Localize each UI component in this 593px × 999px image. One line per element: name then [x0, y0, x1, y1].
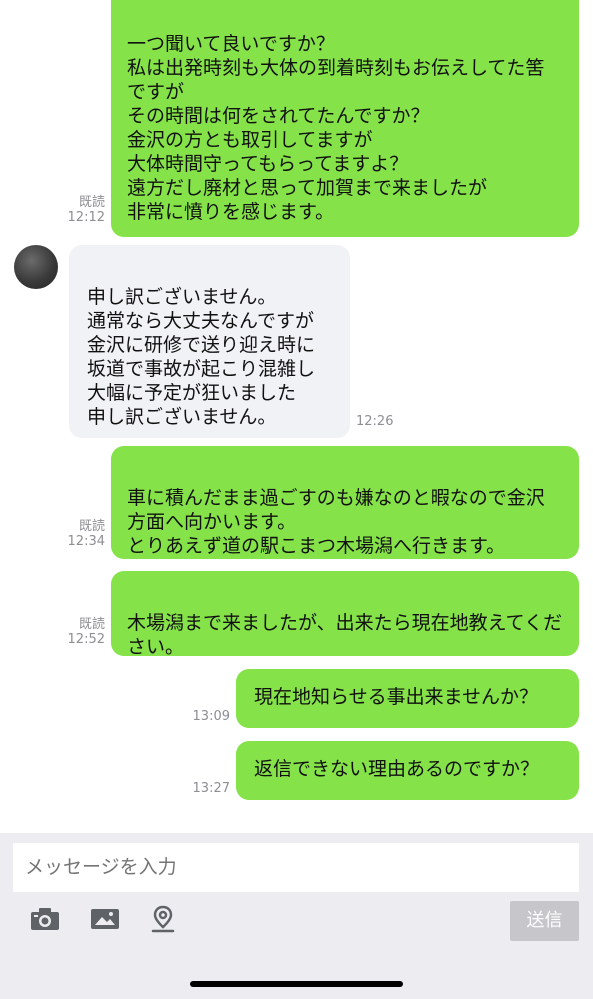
image-icon[interactable]: [90, 907, 120, 935]
message-bubble-outgoing[interactable]: 現在地知らせる事出来ませんか？: [236, 669, 579, 728]
message-bubble-incoming[interactable]: 申し訳ございません。 通常なら大丈夫なんですが 金沢に研修で送り迎え時に 坂道で…: [69, 245, 350, 438]
home-indicator[interactable]: [190, 981, 403, 987]
read-receipt: 既読: [78, 519, 105, 534]
message-meta: 12:26: [356, 414, 406, 429]
message-text: 返信できない理由あるのですか？: [254, 758, 540, 780]
message-time: 12:26: [356, 414, 394, 429]
read-receipt: 既読: [78, 195, 105, 210]
message-time: 12:12: [67, 210, 105, 225]
message-text: 一つ聞いて良いですか？ 私は出発時刻も大体の到着時刻もお伝えしてた筈ですが その…: [127, 33, 545, 223]
send-button[interactable]: 送信: [510, 901, 579, 941]
message-meta: 13:27: [178, 781, 230, 796]
message-input[interactable]: [13, 843, 579, 892]
chat-thread: 一つ聞いて良いですか？ 私は出発時刻も大体の到着時刻もお伝えしてた筈ですが その…: [0, 0, 593, 833]
message-text: 現在地知らせる事出来ませんか？: [254, 686, 539, 708]
composer-bar: 送信: [0, 833, 593, 999]
message-time: 13:09: [192, 709, 230, 724]
message-text: 車に積んだまま過ごすのも嫌なのと暇なので金沢方面へ向かいます。 とりあえず道の駅…: [127, 487, 545, 557]
message-bubble-outgoing[interactable]: 木場潟まで来ましたが、出来たら現在地教えてください。: [111, 571, 579, 656]
message-time: 12:34: [67, 534, 105, 549]
message-meta: 13:09: [178, 709, 230, 724]
message-time: 12:52: [67, 632, 105, 647]
camera-icon[interactable]: [30, 907, 60, 935]
location-icon[interactable]: [150, 905, 176, 937]
message-time: 13:27: [192, 781, 230, 796]
message-text: 申し訳ございません。 通常なら大丈夫なんですが 金沢に研修で送り迎え時に 坂道で…: [87, 286, 316, 428]
message-bubble-outgoing[interactable]: 車に積んだまま過ごすのも嫌なのと暇なので金沢方面へ向かいます。 とりあえず道の駅…: [111, 446, 579, 559]
message-meta: 既読 12:12: [55, 195, 105, 225]
message-text: 木場潟まで来ましたが、出来たら現在地教えてください。: [127, 612, 563, 656]
message-bubble-outgoing[interactable]: 返信できない理由あるのですか？: [236, 741, 579, 800]
read-receipt: 既読: [78, 617, 105, 632]
message-meta: 既読 12:52: [55, 617, 105, 647]
message-bubble-outgoing[interactable]: 一つ聞いて良いですか？ 私は出発時刻も大体の到着時刻もお伝えしてた筈ですが その…: [111, 0, 579, 237]
contact-avatar[interactable]: [14, 245, 58, 289]
message-meta: 既読 12:34: [55, 519, 105, 549]
